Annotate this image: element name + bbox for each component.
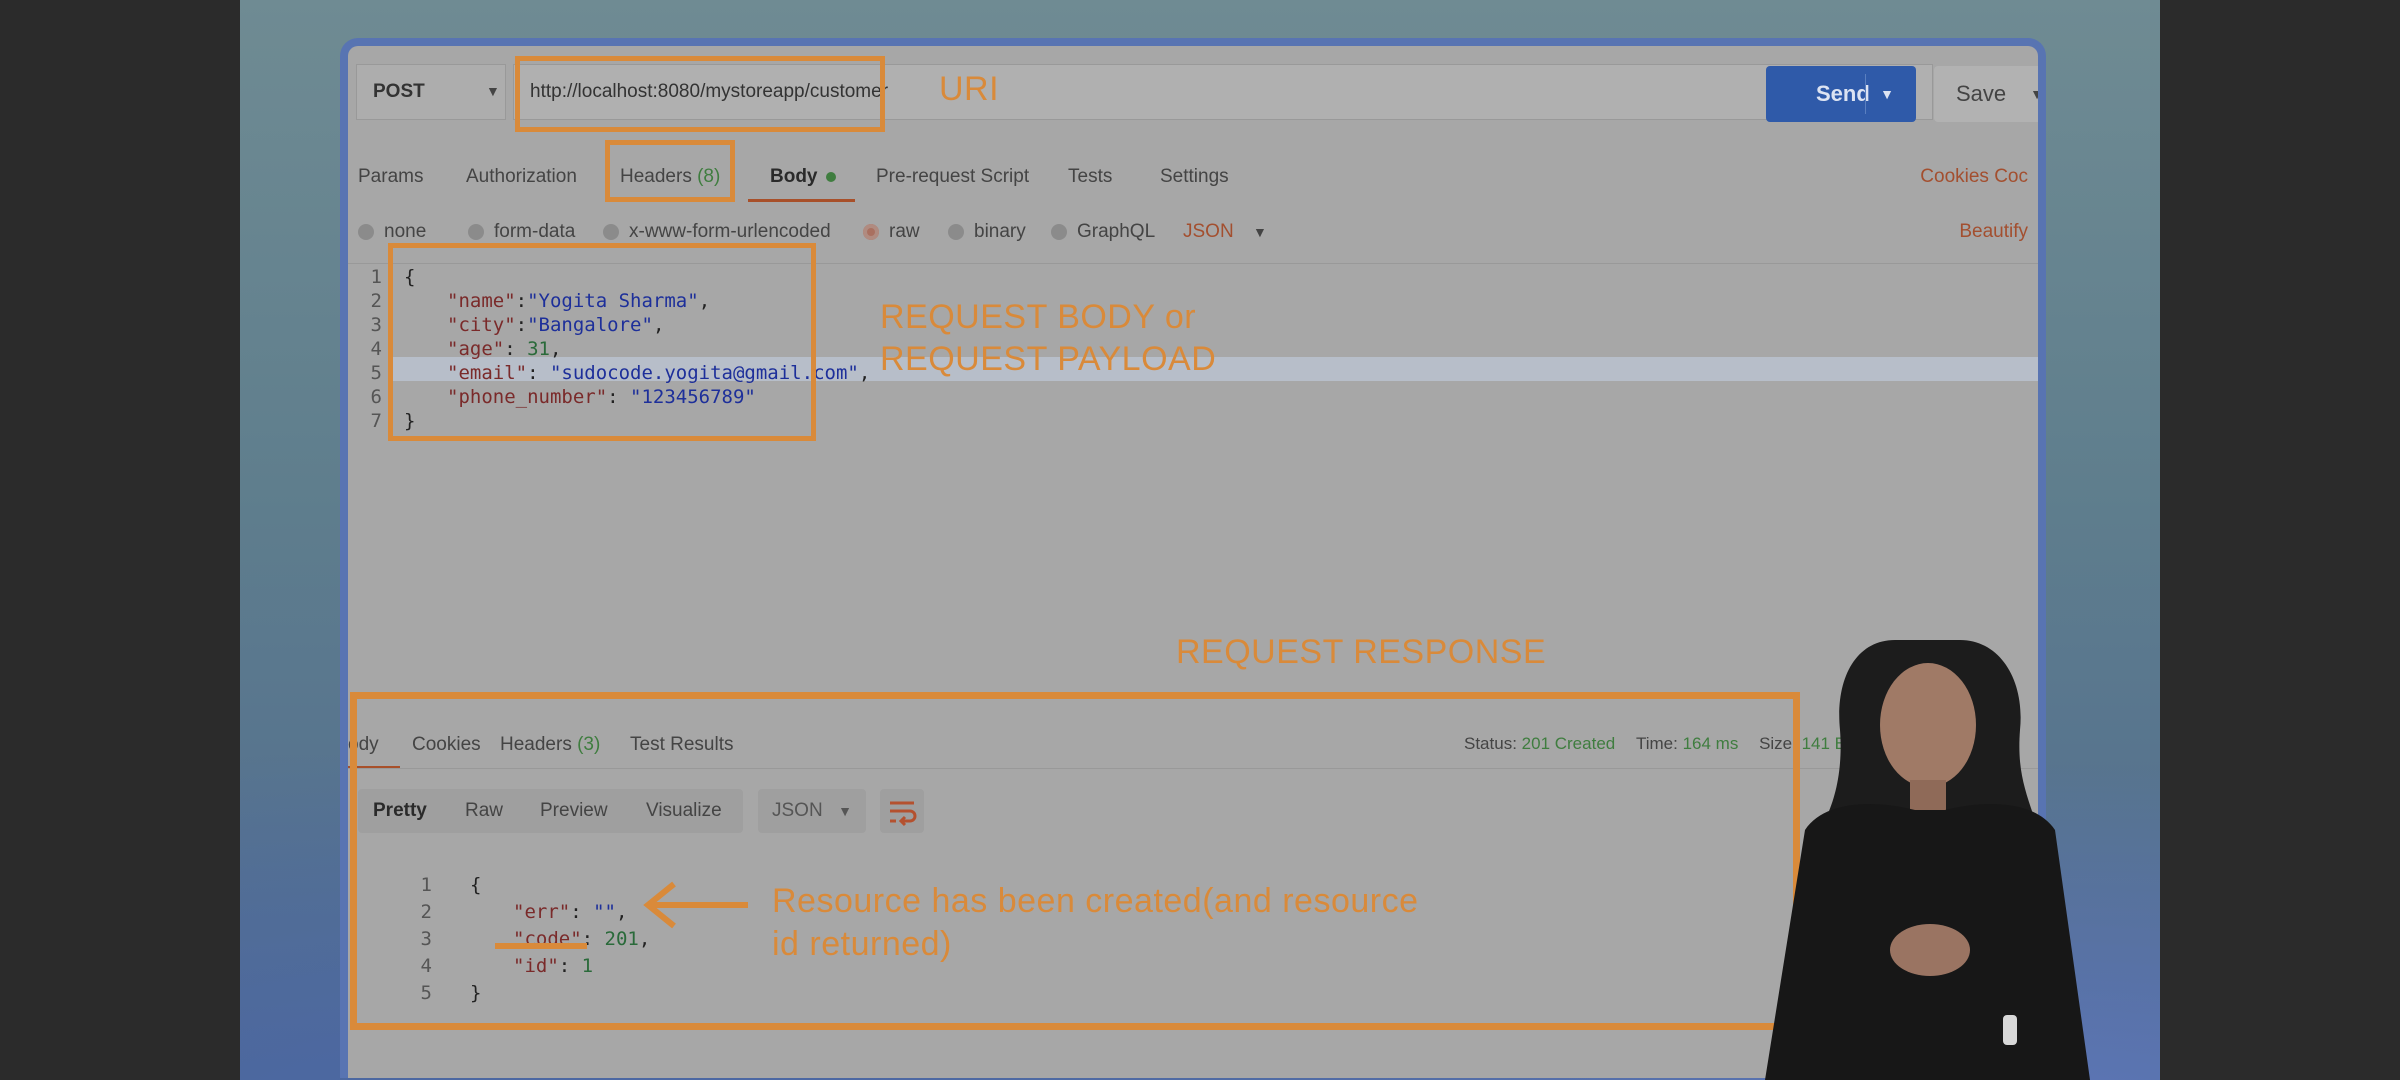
radio-icon <box>603 223 619 240</box>
body-format-label: JSON <box>1183 221 1234 242</box>
radio-label: binary <box>974 221 1026 242</box>
divider <box>1865 74 1866 114</box>
save-label: Save <box>1956 81 2007 106</box>
annotation-request-response: REQUEST RESPONSE <box>1176 633 1547 671</box>
radio-icon <box>1051 223 1067 240</box>
line-number: 3 <box>370 314 382 336</box>
send-button[interactable]: Send ▼ <box>1766 66 1916 122</box>
arrow-left-icon <box>643 881 748 929</box>
tab-settings[interactable]: Settings <box>1160 166 1229 188</box>
chevron-down-icon[interactable]: ▼ <box>486 64 500 118</box>
line-number: 4 <box>370 338 382 360</box>
tab-body[interactable]: Body <box>770 166 836 188</box>
radio-none[interactable]: none <box>358 221 426 243</box>
radio-raw[interactable]: raw <box>863 221 920 243</box>
tab-body-label: Body <box>770 166 818 187</box>
radio-icon <box>468 223 484 240</box>
annotation-uri: URI <box>939 70 1000 108</box>
radio-label: GraphQL <box>1077 221 1156 242</box>
line-number: 5 <box>370 362 382 384</box>
tab-tests[interactable]: Tests <box>1068 166 1112 188</box>
chevron-down-icon[interactable]: ▼ <box>1880 66 1894 122</box>
radio-icon <box>358 223 374 240</box>
response-highlight-box <box>350 692 1800 1030</box>
headers-highlight-box <box>605 140 735 202</box>
radio-icon <box>948 223 964 240</box>
method-select[interactable]: POST <box>356 64 506 120</box>
body-format-select[interactable]: JSON ▼ <box>1183 221 1267 243</box>
send-label: Send <box>1816 81 1870 106</box>
radio-label: form-data <box>494 221 576 242</box>
radio-graphql[interactable]: GraphQL <box>1051 221 1155 243</box>
annotation-resource-id: id returned) <box>772 925 952 963</box>
annotation-resource-created: Resource has been created(and resource <box>772 882 1419 920</box>
tab-authorization[interactable]: Authorization <box>466 166 577 188</box>
radio-form-data[interactable]: form-data <box>468 221 575 243</box>
line-number: 1 <box>370 266 382 288</box>
presenter-avatar <box>1765 640 2090 1080</box>
video-frame: POST ▼ http://localhost:8080/mystoreapp/… <box>240 0 2160 1080</box>
uri-highlight-box <box>515 56 885 132</box>
beautify-link[interactable]: Beautify <box>1959 221 2028 243</box>
radio-binary[interactable]: binary <box>948 221 1026 243</box>
modified-dot-icon <box>825 171 836 182</box>
request-body-highlight-box <box>388 243 816 441</box>
cookies-link[interactable]: Cookies Coc <box>1920 166 2028 188</box>
annotation-request-body: REQUEST BODY or <box>880 298 1197 336</box>
annotation-request-payload: REQUEST PAYLOAD <box>880 340 1217 378</box>
active-tab-indicator <box>748 199 855 202</box>
radio-label: none <box>384 221 427 242</box>
line-number: 7 <box>370 410 382 432</box>
chevron-down-icon: ▼ <box>1252 224 1267 240</box>
line-number: 2 <box>370 290 382 312</box>
radio-label: x-www-form-urlencoded <box>629 221 831 242</box>
chevron-down-icon[interactable]: ▼ <box>2030 66 2038 122</box>
line-number: 6 <box>370 386 382 408</box>
id-underline <box>495 943 587 949</box>
tab-pre-request-script[interactable]: Pre-request Script <box>876 166 1029 188</box>
save-button[interactable]: Save ▼ <box>1934 66 2038 122</box>
radio-x-www-form-urlencoded[interactable]: x-www-form-urlencoded <box>603 221 831 243</box>
radio-label: raw <box>889 221 920 242</box>
radio-selected-icon <box>863 223 879 240</box>
tab-params[interactable]: Params <box>358 166 423 188</box>
